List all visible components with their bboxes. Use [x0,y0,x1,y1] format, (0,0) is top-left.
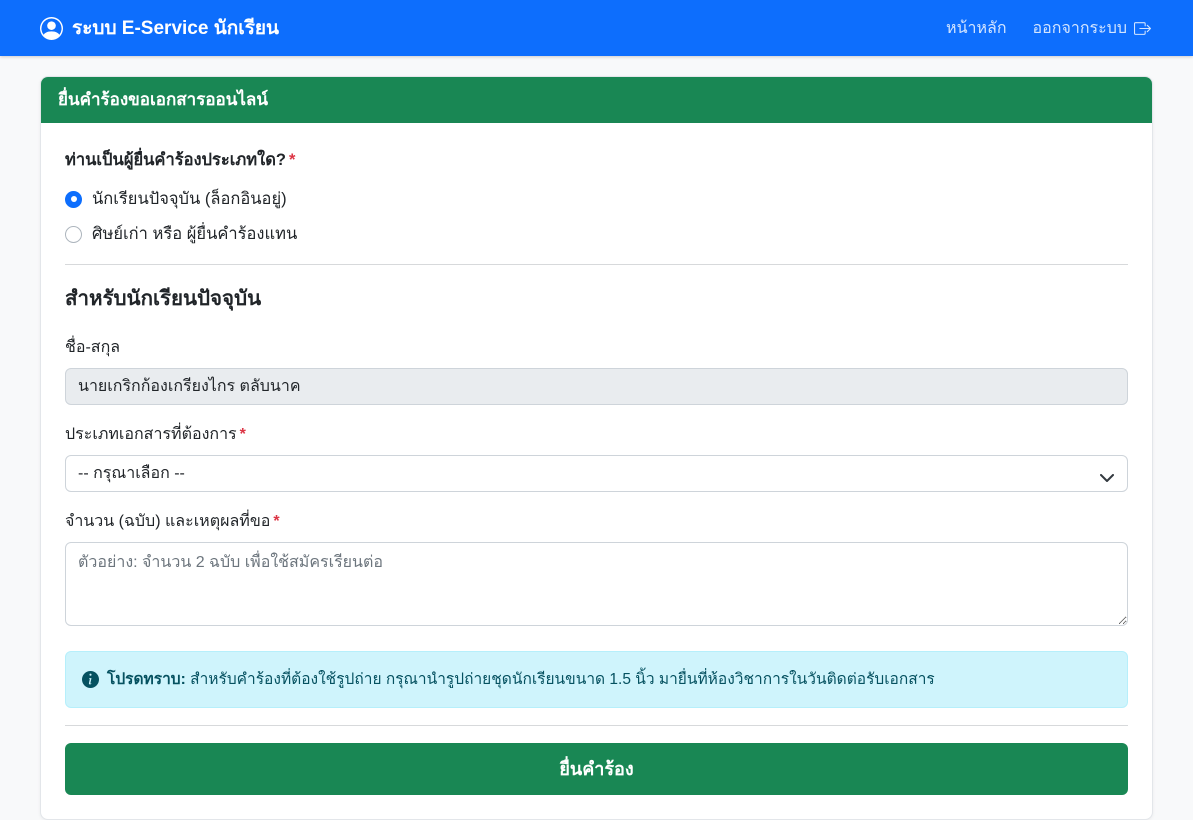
divider [65,725,1128,726]
submit-request-button[interactable]: ยื่นคำร้อง [65,743,1128,795]
name-field-group: ชื่อ-สกุล [65,335,1128,405]
logout-icon [1134,20,1151,37]
section-heading: สำหรับนักเรียนปัจจุบัน [65,282,1128,315]
top-navbar: ระบบ E-Service นักเรียน หน้าหลัก ออกจากร… [0,0,1193,56]
required-asterisk: * [240,426,246,443]
request-form-card: ยื่นคำร้องขอเอกสารออนไลน์ ท่านเป็นผู้ยื่… [40,76,1153,820]
required-asterisk: * [273,513,279,530]
name-field [65,368,1128,405]
radio-option-alumni-proxy[interactable]: ศิษย์เก่า หรือ ผู้ยื่นคำร้องแทน [65,221,1128,247]
nav-link-logout[interactable]: ออกจากระบบ [1033,16,1151,41]
name-field-label: ชื่อ-สกุล [65,335,1128,360]
notice-text: โปรดทราบ: สำหรับคำร้องที่ต้องใช้รูปถ่าย … [107,668,935,691]
reason-field-label: จำนวน (ฉบับ) และเหตุผลที่ขอ* [65,509,1128,534]
chevron-down-icon [1100,470,1114,488]
radio-label: นักเรียนปัจจุบัน (ล็อกอินอยู่) [92,186,287,212]
app-title: ระบบ E-Service นักเรียน [72,13,279,43]
card-body: ท่านเป็นผู้ยื่นคำร้องประเภทใด?* นักเรียน… [41,123,1152,819]
info-circle-icon [82,671,99,688]
card-header-title: ยื่นคำร้องขอเอกสารออนไลน์ [41,77,1152,123]
notice-alert: โปรดทราบ: สำหรับคำร้องที่ต้องใช้รูปถ่าย … [65,651,1128,708]
divider [65,264,1128,265]
required-asterisk: * [289,151,295,169]
applicant-type-question: ท่านเป็นผู้ยื่นคำร้องประเภทใด?* [65,147,1128,173]
main-content: ยื่นคำร้องขอเอกสารออนไลน์ ท่านเป็นผู้ยื่… [0,76,1193,820]
reason-textarea[interactable] [65,542,1128,626]
radio-button-checked[interactable] [65,191,82,208]
radio-button-unchecked[interactable] [65,226,82,243]
reason-field-group: จำนวน (ฉบับ) และเหตุผลที่ขอ* [65,509,1128,631]
doc-type-field-group: ประเภทเอกสารที่ต้องการ* -- กรุณาเลือก -- [65,422,1128,492]
app-brand[interactable]: ระบบ E-Service นักเรียน [40,13,279,43]
doc-type-selected-value: -- กรุณาเลือก -- [78,461,185,486]
radio-option-current-student[interactable]: นักเรียนปัจจุบัน (ล็อกอินอยู่) [65,186,1128,212]
navbar-links: หน้าหลัก ออกจากระบบ [946,16,1151,41]
person-circle-icon [40,17,63,40]
doc-type-select[interactable]: -- กรุณาเลือก -- [65,455,1128,492]
doc-type-field-label: ประเภทเอกสารที่ต้องการ* [65,422,1128,447]
radio-label: ศิษย์เก่า หรือ ผู้ยื่นคำร้องแทน [92,221,297,247]
nav-link-home[interactable]: หน้าหลัก [946,16,1007,41]
